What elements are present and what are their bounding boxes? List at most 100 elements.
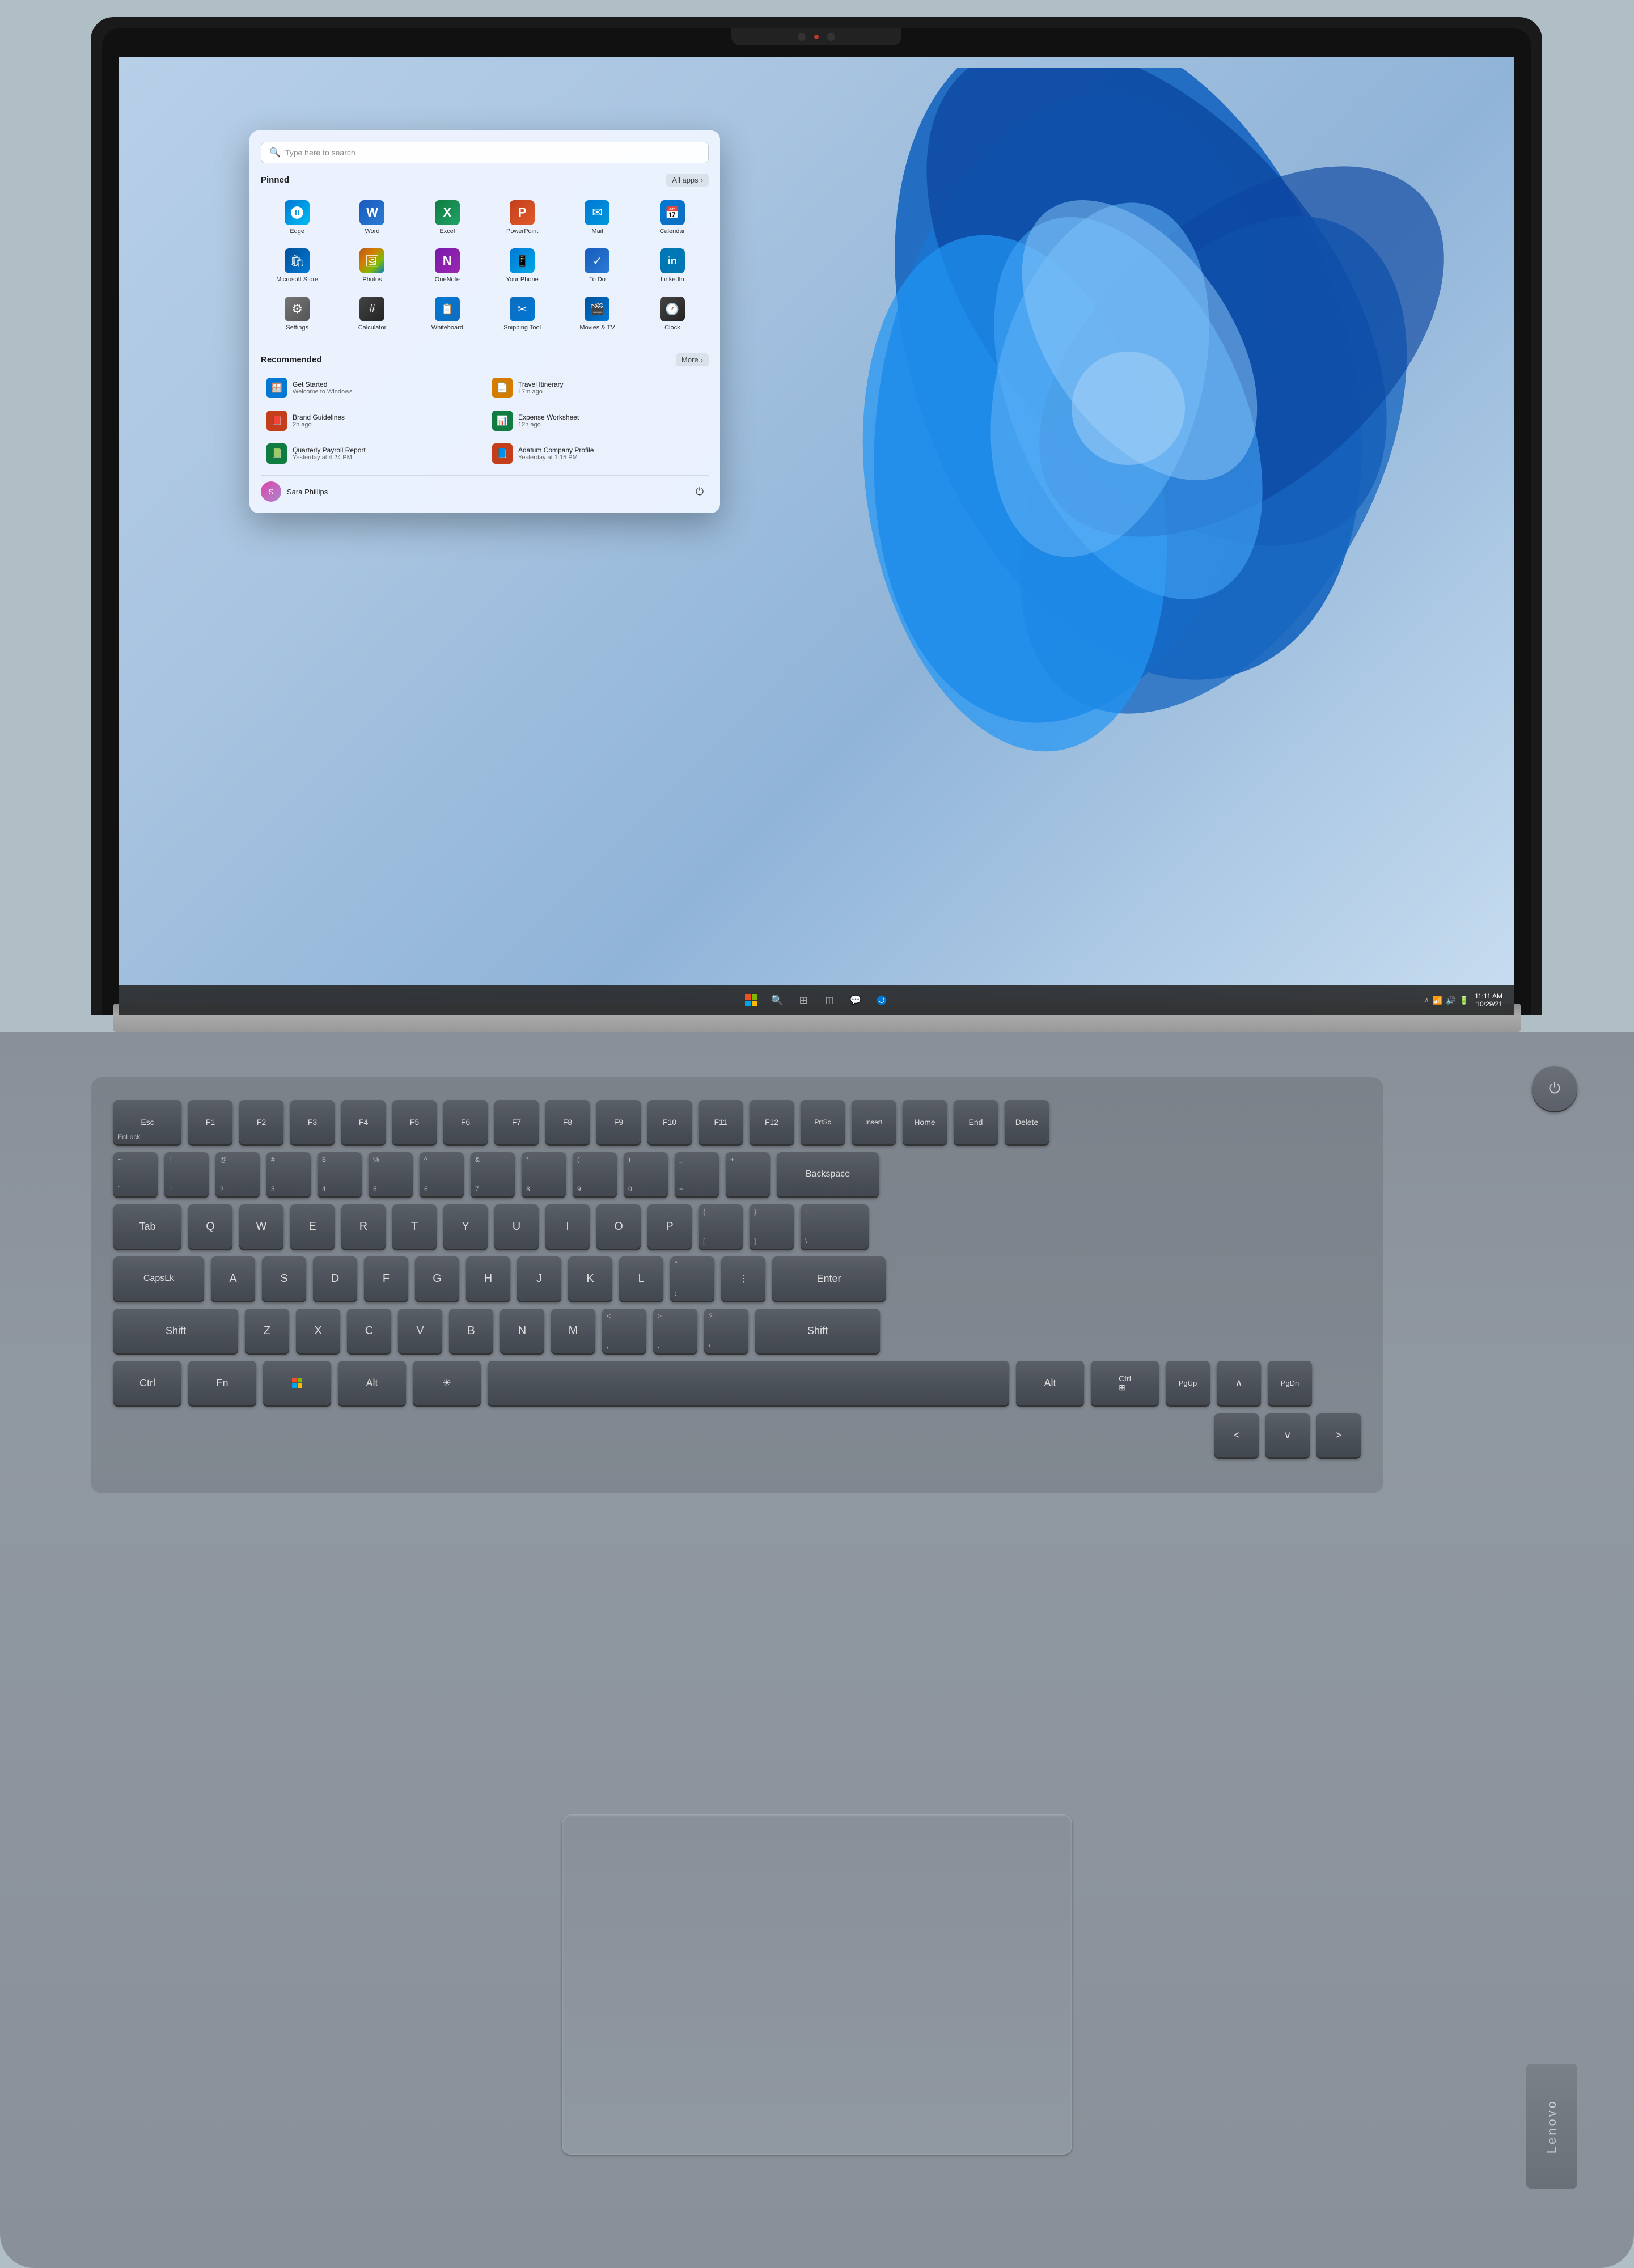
key-i[interactable]: I [545,1204,590,1249]
app-settings[interactable]: ⚙ Settings [261,291,333,337]
key-shift-left[interactable]: Shift [113,1309,238,1353]
key-7[interactable]: &7 [471,1152,515,1196]
key-enter[interactable]: Enter [772,1256,886,1301]
key-backspace[interactable]: Backspace [777,1152,879,1196]
key-c[interactable]: C [347,1309,391,1353]
key-x[interactable]: X [296,1309,340,1353]
key-delete[interactable]: Delete [1005,1100,1049,1144]
app-photos[interactable]: 🖼 Photos [336,243,408,289]
key-backtick[interactable]: ~` [113,1152,158,1196]
key-minus[interactable]: _− [675,1152,719,1196]
key-q[interactable]: Q [188,1204,232,1249]
rec-travel[interactable]: 📄 Travel Itinerary 17m ago [486,373,709,403]
key-backslash[interactable]: |\ [801,1204,869,1249]
key-ctrl-right[interactable]: Ctrl⊞ [1091,1361,1159,1405]
key-o[interactable]: O [596,1204,641,1249]
key-prtsc[interactable]: PrtSc [801,1100,845,1144]
hardware-power-button[interactable]: ⏻ [1532,1066,1577,1111]
app-clock[interactable]: 🕐 Clock [636,291,709,337]
key-v[interactable]: V [398,1309,442,1353]
app-calendar[interactable]: 📅 Calendar [636,194,709,240]
app-calculator[interactable]: # Calculator [336,291,408,337]
power-button[interactable]: ⏻ [691,483,709,501]
key-2[interactable]: @2 [215,1152,260,1196]
key-slash[interactable]: ?/ [704,1309,748,1353]
taskbar-search-button[interactable]: 🔍 [766,989,789,1012]
key-f8[interactable]: F8 [545,1100,590,1144]
app-onenote[interactable]: N OneNote [411,243,484,289]
key-s[interactable]: S [262,1256,306,1301]
key-3[interactable]: #3 [266,1152,311,1196]
key-e[interactable]: E [290,1204,335,1249]
key-comma[interactable]: <, [602,1309,646,1353]
rec-brand[interactable]: 📕 Brand Guidelines 2h ago [261,406,483,435]
app-linkedin[interactable]: in LinkedIn [636,243,709,289]
app-store[interactable]: 🛍 Microsoft Store [261,243,333,289]
app-mail[interactable]: ✉ Mail [561,194,633,240]
key-f5[interactable]: F5 [392,1100,437,1144]
all-apps-button[interactable]: All apps › [666,174,709,187]
user-info[interactable]: S Sara Phillips [261,481,328,502]
key-z[interactable]: Z [245,1309,289,1353]
key-f9[interactable]: F9 [596,1100,641,1144]
key-5[interactable]: %5 [369,1152,413,1196]
key-j[interactable]: J [517,1256,561,1301]
key-pgdn[interactable]: PgDn [1268,1361,1312,1405]
key-f12[interactable]: F12 [750,1100,794,1144]
key-h[interactable]: H [466,1256,510,1301]
key-1[interactable]: !1 [164,1152,209,1196]
key-f7[interactable]: F7 [494,1100,539,1144]
chevron-up-icon[interactable]: ∧ [1424,996,1429,1004]
taskbar-widgets-button[interactable]: ◫ [818,989,841,1012]
key-a[interactable]: A [211,1256,255,1301]
app-snipping[interactable]: ✂ Snipping Tool [486,291,558,337]
key-f1[interactable]: F1 [188,1100,232,1144]
app-edge[interactable]: Edge [261,194,333,240]
taskbar-taskview-button[interactable]: ⊞ [792,989,815,1012]
key-alt-right[interactable]: Alt [1016,1361,1084,1405]
key-shift-right[interactable]: Shift [755,1309,880,1353]
key-home[interactable]: Home [903,1100,947,1144]
more-button[interactable]: More › [676,353,709,366]
key-f2[interactable]: F2 [239,1100,283,1144]
key-t[interactable]: T [392,1204,437,1249]
taskbar-edge-button[interactable] [870,989,893,1012]
key-arrow-right[interactable]: > [1316,1413,1361,1457]
key-space[interactable] [488,1361,1009,1405]
rec-payroll[interactable]: 📗 Quarterly Payroll Report Yesterday at … [261,439,483,468]
app-powerpoint[interactable]: P PowerPoint [486,194,558,240]
key-insert[interactable]: Insert [852,1100,896,1144]
key-f10[interactable]: F10 [647,1100,692,1144]
key-arrow-left[interactable]: < [1214,1413,1259,1457]
key-brightness[interactable]: ☀ [413,1361,481,1405]
key-l[interactable]: L [619,1256,663,1301]
search-bar[interactable]: 🔍 Type here to search [261,142,709,163]
key-windows[interactable] [263,1361,331,1405]
key-fn[interactable]: Fn [188,1361,256,1405]
taskbar-start-button[interactable] [740,989,763,1012]
app-yourphone[interactable]: 📱 Your Phone [486,243,558,289]
key-alt-left[interactable]: Alt [338,1361,406,1405]
key-d[interactable]: D [313,1256,357,1301]
key-arrow-up[interactable]: ∧ [1217,1361,1261,1405]
key-y[interactable]: Y [443,1204,488,1249]
rec-get-started[interactable]: 🪟 Get Started Welcome to Windows [261,373,483,403]
key-f[interactable]: F [364,1256,408,1301]
key-f11[interactable]: F11 [699,1100,743,1144]
app-todo[interactable]: ✓ To Do [561,243,633,289]
key-6[interactable]: ^6 [420,1152,464,1196]
key-p[interactable]: P [647,1204,692,1249]
rec-adatum[interactable]: 📘 Adatum Company Profile Yesterday at 1:… [486,439,709,468]
key-f3[interactable]: F3 [290,1100,335,1144]
key-8[interactable]: *8 [522,1152,566,1196]
key-esc[interactable]: EscFnLock [113,1100,181,1144]
key-b[interactable]: B [449,1309,493,1353]
key-equals[interactable]: += [726,1152,770,1196]
key-pgup[interactable]: PgUp [1166,1361,1210,1405]
key-r[interactable]: R [341,1204,386,1249]
key-n[interactable]: N [500,1309,544,1353]
key-9[interactable]: (9 [573,1152,617,1196]
key-capslock[interactable]: CapsLk [113,1256,204,1301]
app-whiteboard[interactable]: 📋 Whiteboard [411,291,484,337]
taskbar-chat-button[interactable]: 💬 [844,989,867,1012]
